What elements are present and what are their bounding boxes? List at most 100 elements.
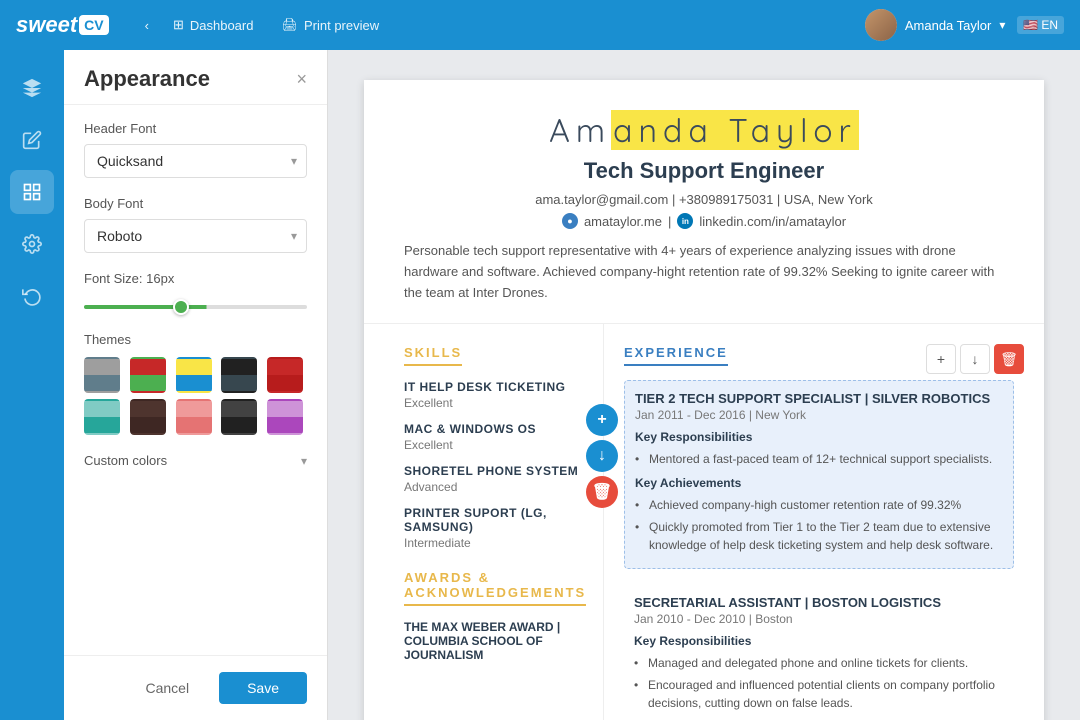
- panel-content: Header Font Quicksand ▾ Body Font Roboto…: [64, 105, 327, 655]
- theme-swatch-9[interactable]: [221, 399, 257, 435]
- awards-section: AWARDS &ACKNOWLEDGEMENTS THE MAX WEBER A…: [404, 570, 583, 662]
- sidebar-edit-btn[interactable]: [10, 118, 54, 162]
- skill-name-4: PRINTER SUPORT (LG, SAMSUNG): [404, 506, 583, 534]
- award-item-1: THE MAX WEBER AWARD |Columbia School of …: [404, 620, 583, 662]
- exp-bullet-2-1: Managed and delegated phone and online t…: [634, 654, 1004, 672]
- logo: sweet CV: [16, 12, 109, 38]
- user-name: Amanda Taylor: [905, 18, 991, 33]
- themes-group: Themes Custom colors: [84, 332, 307, 474]
- resume-right-column: + ↓ 🗑 + ↓ 🗑 EXPERIENCE TIER 2 TECH SUPPO…: [604, 324, 1044, 720]
- themes-label: Themes: [84, 332, 307, 347]
- resume-contact: ama.taylor@gmail.com | +380989175031 | U…: [404, 192, 1004, 207]
- theme-swatch-4[interactable]: [221, 357, 257, 393]
- exp-bullet-2-3: Instituted customer promotional surveys …: [634, 716, 1004, 720]
- body-font-label: Body Font: [84, 196, 307, 211]
- font-size-group: Font Size: 16px: [84, 271, 307, 314]
- move-experience-down-button[interactable]: ↓: [960, 344, 990, 374]
- panel-header: Appearance ×: [64, 50, 327, 105]
- resume-body: SKILLS IT HELP DESK TICKETING Excellent …: [364, 324, 1044, 720]
- exp-bullet-2-2: Encouraged and influenced potential clie…: [634, 676, 1004, 712]
- exp-date-2: Jan 2010 - Dec 2010 | Boston: [634, 612, 1004, 626]
- experience-item-2: SECRETARIAL ASSISTANT | Boston Logistics…: [624, 585, 1014, 720]
- logo-text: sweet: [16, 12, 77, 38]
- main-layout: Appearance × Header Font Quicksand ▾ Bod…: [0, 50, 1080, 720]
- skill-item-1: IT HELP DESK TICKETING Excellent: [404, 380, 583, 410]
- body-font-select[interactable]: Roboto: [84, 219, 307, 253]
- font-size-slider[interactable]: [84, 305, 307, 309]
- delete-section-float-button[interactable]: 🗑: [586, 476, 618, 508]
- add-section-float-button[interactable]: +: [586, 404, 618, 436]
- font-size-label: Font Size: 16px: [84, 271, 307, 286]
- nav-dashboard[interactable]: ⊞ Dashboard: [161, 17, 266, 33]
- skill-level-4: Intermediate: [404, 536, 583, 550]
- theme-swatch-8[interactable]: [176, 399, 212, 435]
- skill-name-2: MAC & WINDOWS OS: [404, 422, 583, 436]
- language-selector[interactable]: 🇺🇸 EN: [1017, 16, 1064, 34]
- skill-name-3: SHORETEL PHONE SYSTEM: [404, 464, 583, 478]
- exp-subtitle-achievements-1: Key Achievements: [635, 476, 1003, 490]
- edit-icon: [22, 130, 42, 150]
- panel-title: Appearance: [84, 66, 210, 92]
- exp-subtitle-responsibilities-2: Key Responsibilities: [634, 634, 1004, 648]
- header-font-group: Header Font Quicksand ▾: [84, 121, 307, 178]
- cancel-button[interactable]: Cancel: [125, 672, 209, 704]
- skill-item-3: SHORETEL PHONE SYSTEM Advanced: [404, 464, 583, 494]
- skill-item-2: MAC & WINDOWS OS Excellent: [404, 422, 583, 452]
- custom-colors-arrow-icon: ▾: [301, 454, 307, 468]
- award-name-1: THE MAX WEBER AWARD |Columbia School of …: [404, 620, 583, 662]
- awards-section-title: AWARDS &ACKNOWLEDGEMENTS: [404, 570, 586, 606]
- nav-back-arrow[interactable]: ‹: [133, 18, 161, 33]
- section-actions: + ↓ 🗑: [926, 344, 1024, 374]
- exp-bullet-1-1: Mentored a fast-paced team of 12+ techni…: [635, 450, 1003, 468]
- sidebar-history-btn[interactable]: [10, 274, 54, 318]
- flag-icon: 🇺🇸: [1023, 18, 1038, 32]
- resume-paper: Amanda Taylor Tech Support Engineer ama.…: [364, 80, 1044, 720]
- theme-swatch-2[interactable]: [130, 357, 166, 393]
- globe-icon: ●: [562, 213, 578, 229]
- template-icon: [22, 182, 42, 202]
- custom-colors-label: Custom colors: [84, 453, 167, 468]
- close-panel-button[interactable]: ×: [296, 70, 307, 88]
- theme-swatch-6[interactable]: [84, 399, 120, 435]
- skill-level-1: Excellent: [404, 396, 583, 410]
- custom-colors-row[interactable]: Custom colors ▾: [84, 447, 307, 474]
- logo-cv: CV: [79, 15, 108, 35]
- exp-bullet-1-3: Quickly promoted from Tier 1 to the Tier…: [635, 518, 1003, 554]
- resume-summary: Personable tech support representative w…: [404, 241, 1004, 303]
- appearance-panel: Appearance × Header Font Quicksand ▾ Bod…: [64, 50, 328, 720]
- print-icon: 🖨: [281, 17, 298, 33]
- themes-grid: [84, 357, 307, 435]
- dashboard-icon: ⊞: [173, 17, 184, 33]
- icon-sidebar: [0, 50, 64, 720]
- exp-bullet-1-2: Achieved company-high customer retention…: [635, 496, 1003, 514]
- theme-swatch-7[interactable]: [130, 399, 166, 435]
- resume-title: Tech Support Engineer: [404, 158, 1004, 184]
- sidebar-layers-btn[interactable]: [10, 66, 54, 110]
- top-nav: sweet CV ‹ ⊞ Dashboard 🖨 Print preview A…: [0, 0, 1080, 50]
- add-experience-button[interactable]: +: [926, 344, 956, 374]
- header-font-select[interactable]: Quicksand: [84, 144, 307, 178]
- skills-section-title: SKILLS: [404, 345, 462, 366]
- resume-links: ● amataylor.me | in linkedin.com/in/amat…: [404, 213, 1004, 229]
- linkedin-icon: in: [677, 213, 693, 229]
- panel-footer: Cancel Save: [64, 655, 327, 720]
- settings-icon: [22, 234, 42, 254]
- theme-swatch-5[interactable]: [267, 357, 303, 393]
- save-button[interactable]: Save: [219, 672, 307, 704]
- sidebar-template-btn[interactable]: [10, 170, 54, 214]
- sidebar-settings-btn[interactable]: [10, 222, 54, 266]
- theme-swatch-1[interactable]: [84, 357, 120, 393]
- nav-print-preview[interactable]: 🖨 Print preview: [269, 17, 391, 33]
- delete-experience-button[interactable]: 🗑: [994, 344, 1024, 374]
- move-down-float-button[interactable]: ↓: [586, 440, 618, 472]
- experience-section-title: EXPERIENCE: [624, 345, 728, 366]
- history-icon: [22, 286, 42, 306]
- theme-swatch-3[interactable]: [176, 357, 212, 393]
- skill-level-2: Excellent: [404, 438, 583, 452]
- exp-subtitle-responsibilities-1: Key Responsibilities: [635, 430, 1003, 444]
- theme-swatch-10[interactable]: [267, 399, 303, 435]
- user-menu[interactable]: Amanda Taylor ▾: [865, 9, 1006, 41]
- header-font-label: Header Font: [84, 121, 307, 136]
- layers-icon: [21, 77, 43, 99]
- exp-date-1: Jan 2011 - Dec 2016 | New York: [635, 408, 1003, 422]
